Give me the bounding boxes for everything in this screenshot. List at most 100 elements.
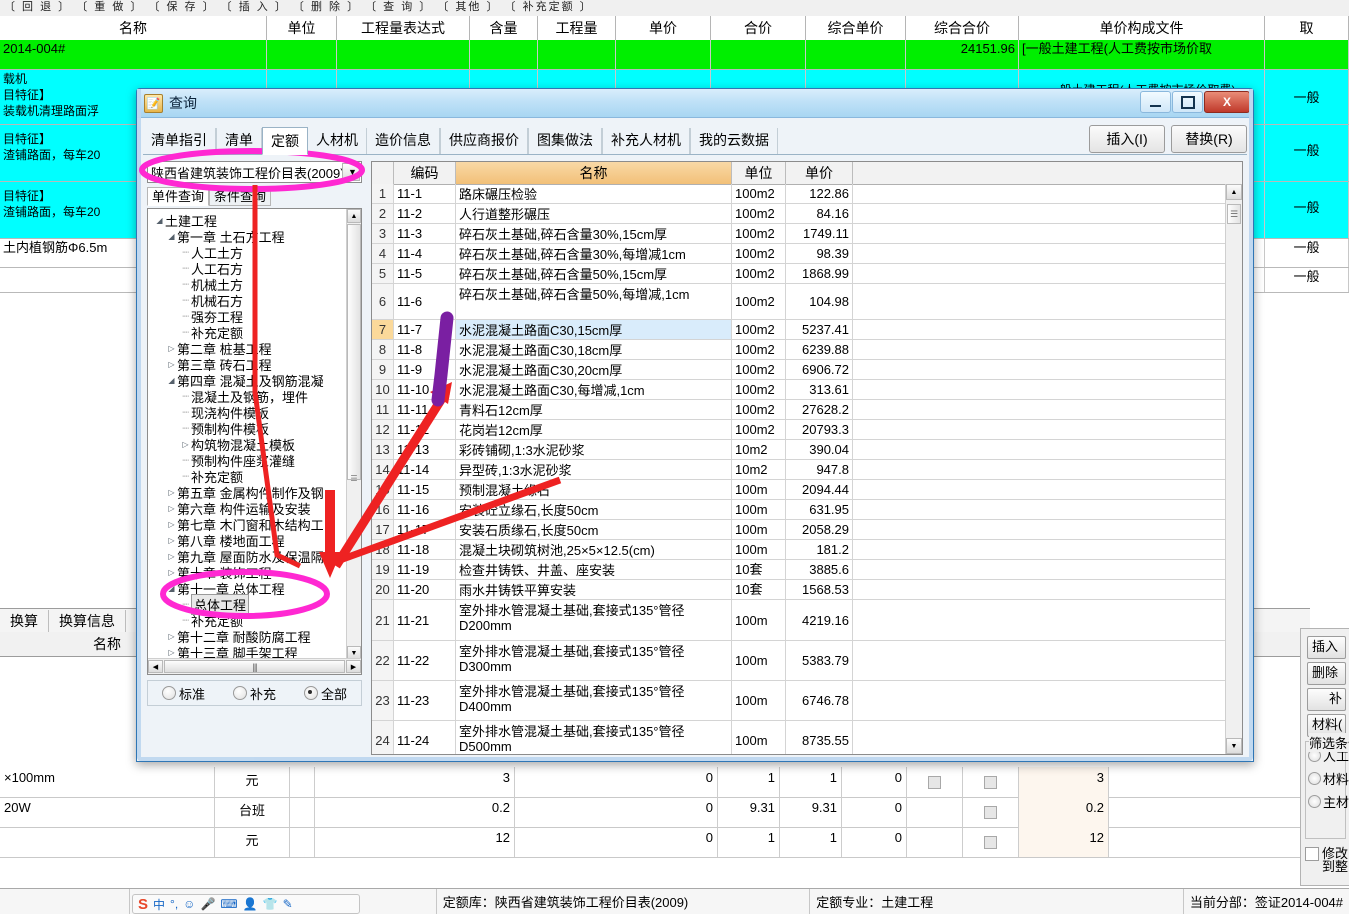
tab-rencaiji[interactable]: 人材机 (308, 128, 366, 154)
table-row[interactable]: 2 11-2 人行道整形碾压 100m2 84.16 (372, 204, 1225, 224)
scrollbar-thumb[interactable]: ☰ (1227, 204, 1241, 224)
table-row[interactable]: 17 11-17 安装石质缘石,长度50cm 100m 2058.29 (372, 520, 1225, 540)
col-header-qty[interactable]: 工程量 (538, 16, 616, 40)
lower-tab-convert-info[interactable]: 换算信息 (49, 610, 126, 632)
filter-radio-material[interactable]: 材料 (1308, 769, 1349, 788)
table-row[interactable]: 5 11-5 碎石灰土基础,碎石含量50%,15cm厚 100m2 1868.9… (372, 264, 1225, 284)
radio-icon[interactable] (161, 686, 176, 700)
ime-emoji-icon[interactable]: ☺ (183, 897, 195, 911)
table-row[interactable]: 11 11-11 青料石12cm厚 100m2 27628.2 (372, 400, 1225, 420)
cell-checkbox-1[interactable] (907, 797, 963, 827)
col-header-rate[interactable]: 含量 (470, 16, 538, 40)
results-vertical-scrollbar[interactable]: ▲ ☰ ▼ (1225, 184, 1242, 754)
scrollbar-thumb[interactable] (347, 224, 361, 480)
ime-chinese-mode-icon[interactable]: 中 (153, 896, 165, 913)
radio-icon[interactable] (232, 686, 247, 700)
expander-collapsed-icon[interactable]: ▷ (166, 504, 177, 513)
expander-collapsed-icon[interactable]: ▷ (166, 568, 177, 577)
expander-collapsed-icon[interactable]: ▷ (166, 488, 177, 497)
expander-collapsed-icon[interactable]: ▷ (166, 360, 177, 369)
table-row[interactable]: 10 11-10 水泥混凝土路面C30,每增减,1cm 100m2 313.61 (372, 380, 1225, 400)
cell-checkbox-2[interactable] (963, 827, 1019, 857)
tree-horizontal-scrollbar[interactable]: ◀ ||| ▶ (148, 658, 361, 674)
tree-node-leaf[interactable]: ┈ 机械石方 (152, 292, 347, 309)
maximize-button[interactable] (1172, 91, 1203, 113)
query-dialog[interactable]: 📝 查询 X 清单指引 清单 定额 人材机 造价信息 供应商报价 图集做法 补充… (136, 88, 1254, 762)
col-header-unit[interactable]: 单位 (267, 16, 337, 40)
lower-tab-convert[interactable]: 换算 (0, 610, 49, 632)
radio-standard[interactable]: 标准 (161, 684, 205, 703)
table-row[interactable]: 13 11-13 彩砖铺砌,1:3水泥砂浆 10m2 390.04 (372, 440, 1225, 460)
close-button[interactable]: X (1204, 91, 1250, 113)
cell-checkbox-1[interactable] (907, 767, 963, 797)
scrollbar-grip-icon[interactable]: ☰ (349, 474, 359, 483)
col-header-total[interactable]: 合价 (711, 16, 806, 40)
radio-icon[interactable] (303, 686, 318, 700)
tab-qingdan-zhiyin[interactable]: 清单指引 (143, 128, 216, 154)
results-col-price[interactable]: 单价 (786, 162, 853, 184)
modify-checkbox-row[interactable]: 修改 到整 (1305, 847, 1349, 873)
table-row[interactable]: 15 11-15 预制混凝土缘石 100m 2094.44 (372, 480, 1225, 500)
ime-account-icon[interactable]: 👤 (243, 897, 258, 911)
delete-button[interactable]: 删除 (1307, 662, 1346, 685)
tree-node-leaf[interactable]: ┈ 机械土方 (152, 276, 347, 293)
table-row[interactable]: 14 11-14 异型砖,1:3水泥砂浆 10m2 947.8 (372, 460, 1225, 480)
tree-node-leaf[interactable]: ┈ 预制构件座浆灌缝 (152, 452, 347, 469)
radio-icon[interactable] (1308, 795, 1321, 808)
ime-tools-icon[interactable]: ✎ (283, 897, 293, 911)
tab-tuji-zuofa[interactable]: 图集做法 (528, 128, 602, 154)
expander-expanded-icon[interactable]: ◢ (166, 584, 177, 593)
expander-collapsed-icon[interactable]: ▷ (166, 520, 177, 529)
tab-buchong-rencaiji[interactable]: 补充人材机 (602, 128, 690, 154)
sogou-logo-icon[interactable]: S (138, 896, 148, 913)
scroll-right-icon[interactable]: ▶ (346, 660, 361, 673)
table-row[interactable]: 18 11-18 混凝土块砌筑树池,25×5×12.5(cm) 100m 181… (372, 540, 1225, 560)
radio-supplement[interactable]: 补充 (232, 684, 276, 703)
tree-node-ch1[interactable]: ◢ 第一章 土石方工程 (152, 228, 347, 245)
tree-node-leaf[interactable]: ┈ 人工土方 (152, 244, 347, 261)
cell-checkbox-2[interactable] (963, 797, 1019, 827)
subtab-condition-query[interactable]: 条件查询 (209, 187, 272, 206)
ime-keyboard-icon[interactable]: ⌨ (220, 897, 237, 911)
table-row[interactable]: 21 11-21 室外排水管混凝土基础,套接式135°管径D200mm 100m… (372, 600, 1225, 641)
expander-collapsed-icon[interactable]: ▷ (166, 552, 177, 561)
tree-node-leaf[interactable]: ┈ 人工石方 (152, 260, 347, 277)
table-row[interactable]: 19 11-19 检查井铸铁、井盖、座安装 10套 3885.6 (372, 560, 1225, 580)
scroll-up-icon[interactable]: ▲ (1226, 184, 1242, 200)
checkbox-icon[interactable] (984, 805, 997, 819)
tree-vertical-scrollbar[interactable]: ▲ ☰ ▼ (346, 209, 361, 660)
insert-button[interactable]: 插入(I) (1089, 125, 1165, 153)
table-row[interactable]: 3 11-3 碎石灰土基础,碎石含量30%,15cm厚 100m2 1749.1… (372, 224, 1225, 244)
checkbox-icon[interactable] (984, 835, 997, 849)
tree-node-selected-zongti[interactable]: ┈ 总体工程 (152, 593, 347, 615)
results-col-unit[interactable]: 单位 (732, 162, 786, 184)
table-row[interactable]: 23 11-23 室外排水管混凝土基础,套接式135°管径D400mm 100m… (372, 681, 1225, 721)
expander-collapsed-icon[interactable]: ▷ (166, 648, 177, 657)
chevron-down-icon[interactable]: ▼ (342, 163, 360, 181)
subtab-single-query[interactable]: 单件查询 (147, 187, 210, 206)
col-header-file[interactable]: 单价构成文件 (1019, 16, 1265, 40)
app-toolbar[interactable]: 〔 回 退 〕 〔 重 做 〕 〔 保 存 〕 〔 插 入 〕 〔 删 除 〕 … (0, 0, 1349, 17)
expander-collapsed-icon[interactable]: ▷ (166, 536, 177, 545)
table-row[interactable]: 24 11-24 室外排水管混凝土基础,套接式135°管径D500mm 100m… (372, 721, 1225, 754)
table-row[interactable]: 元 12 0 1 1 0 12 (0, 827, 1310, 858)
results-col-name[interactable]: 名称 (456, 162, 732, 184)
ime-toolbar[interactable]: S 中 °, ☺ 🎤 ⌨ 👤 👕 ✎ (132, 894, 360, 914)
table-row[interactable]: 20W 台班 0.2 0 9.31 9.31 0 0.2 (0, 797, 1310, 828)
scrollbar-thumb[interactable]: ||| (164, 660, 345, 673)
expander-expanded-icon[interactable]: ◢ (154, 216, 165, 225)
ime-voice-icon[interactable]: 🎤 (200, 897, 215, 911)
col-header-price[interactable]: 单价 (616, 16, 711, 40)
dinge-results-grid[interactable]: 编码 名称 单位 单价 1 11-1 路床碾压检验 100m2 122.86 2… (371, 161, 1243, 755)
expander-expanded-icon[interactable]: ◢ (166, 232, 177, 241)
table-row[interactable]: 9 11-9 水泥混凝土路面C30,20cm厚 100m2 6906.72 (372, 360, 1225, 380)
checkbox-icon[interactable] (1305, 847, 1319, 861)
minimize-button[interactable] (1140, 91, 1171, 113)
table-row[interactable]: 8 11-8 水泥混凝土路面C30,18cm厚 100m2 6239.88 (372, 340, 1225, 360)
tab-qingdan[interactable]: 清单 (216, 128, 262, 154)
expander-collapsed-icon[interactable]: ▷ (180, 440, 191, 449)
scroll-up-icon[interactable]: ▲ (347, 209, 361, 223)
col-header-uprice[interactable]: 综合单价 (806, 16, 906, 40)
cell-checkbox-2[interactable] (963, 767, 1019, 797)
table-row[interactable]: 16 11-16 安装砼立缘石,长度50cm 100m 631.95 (372, 500, 1225, 520)
